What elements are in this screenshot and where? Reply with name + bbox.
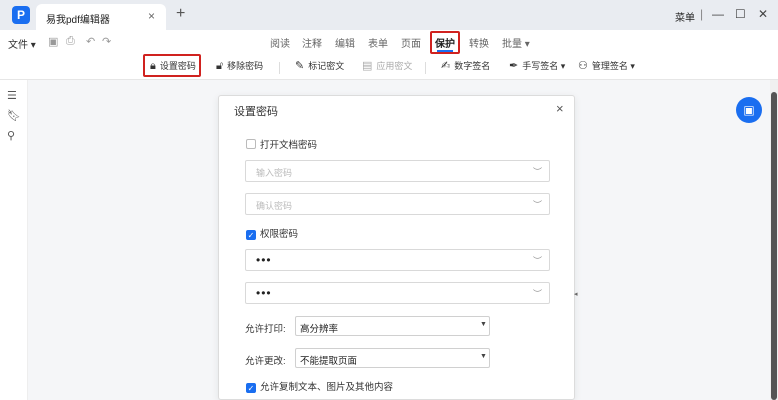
open-password-placeholder: 输入密码 (256, 168, 293, 178)
app-logo-icon: P (12, 6, 30, 24)
permission-confirm-value: ••• (256, 286, 272, 300)
close-window-icon[interactable]: ✕ (758, 7, 768, 21)
permission-password-value: ••• (256, 253, 272, 267)
permission-password-confirm-input[interactable]: ••• ︶ (245, 282, 550, 304)
remove-password-button[interactable]: 🔓︎ 移除密码 (216, 59, 263, 73)
allow-change-label: 允许更改: (245, 356, 286, 367)
manage-signatures-icon: ⚇ (578, 60, 588, 72)
menu-button[interactable]: 菜单 (675, 9, 695, 24)
bookmark-icon[interactable]: 🔖︎ (7, 109, 21, 122)
tab-edit[interactable]: 编辑 (335, 35, 355, 50)
new-tab-icon[interactable]: + (176, 5, 185, 23)
tab-form[interactable]: 表单 (368, 35, 388, 50)
title-divider: | (700, 7, 704, 21)
tab-title: 易我pdf编辑器 (46, 15, 110, 26)
tab-close-icon[interactable]: × (148, 9, 155, 23)
redaction-mark-icon: ✎ (295, 60, 305, 72)
tab-page[interactable]: 页面 (401, 35, 421, 50)
manage-signatures-label: 管理签名 ▾ (591, 61, 635, 71)
allow-print-select[interactable]: 高分辨率 ▼ (295, 316, 490, 336)
confirm-password-placeholder: 确认密码 (256, 201, 293, 211)
tab-annotate[interactable]: 注释 (302, 35, 322, 50)
unlock-icon: 🔓︎ (216, 60, 224, 72)
permission-password-checkbox[interactable]: ✓ (246, 230, 256, 240)
permission-password-option[interactable]: ✓ 权限密码 (246, 226, 298, 240)
dropdown-arrow-icon: ▼ (480, 321, 487, 328)
allow-copy-checkbox[interactable]: ✓ (246, 383, 256, 393)
permission-password-label: 权限密码 (260, 229, 299, 240)
tab-read[interactable]: 阅读 (270, 35, 290, 50)
search-icon[interactable]: ⚲ (7, 129, 15, 142)
title-bar: P 易我pdf编辑器 × + 菜单 | — ☐ ✕ (0, 0, 778, 30)
apply-redaction-button[interactable]: ▤ 应用密文 (362, 59, 412, 72)
set-password-dialog: 设置密码 × 打开文档密码 输入密码 ︶ 确认密码 ︶ ✓ 权限密码 ••• ︶ … (218, 95, 575, 400)
apply-redaction-label: 应用密文 (376, 61, 413, 71)
scrollbar-thumb[interactable] (771, 92, 777, 400)
protect-toolbar: 🔒︎ 设置密码 🔓︎ 移除密码 ✎ 标记密文 ▤ 应用密文 ✍︎ 数字签名 ✒︎ 手写签名 … (0, 54, 778, 80)
allow-print-label: 允许打印: (245, 324, 286, 335)
file-menu[interactable]: 文件 ▾ (8, 36, 36, 51)
tab-batch[interactable]: 批量 ▾ (502, 35, 530, 50)
dialog-close-icon[interactable]: × (556, 101, 564, 116)
open-password-confirm-input[interactable]: 确认密码 ︶ (245, 193, 550, 215)
redo-icon[interactable]: ↷ (102, 35, 111, 48)
open-password-input[interactable]: 输入密码 ︶ (245, 160, 550, 182)
mark-redaction-label: 标记密文 (308, 61, 345, 71)
pen-icon: ✍︎ (441, 60, 451, 72)
maximize-icon[interactable]: ☐ (735, 7, 746, 21)
open-doc-password-checkbox[interactable] (246, 139, 256, 149)
handwritten-signature-button[interactable]: ✒︎ 手写签名 ▾ (509, 59, 565, 72)
handwritten-signature-label: 手写签名 ▾ (522, 61, 566, 71)
apply-redaction-icon: ▤ (362, 60, 373, 72)
permission-password-input[interactable]: ••• ︶ (245, 249, 550, 271)
thumbnails-icon[interactable]: ☰ (7, 89, 17, 102)
tab-convert[interactable]: 转换 (469, 35, 489, 50)
eye-hidden-icon[interactable]: ︶ (533, 165, 542, 178)
resize-handle: ◂ (574, 291, 578, 298)
allow-change-value: 不能提取页面 (300, 356, 358, 367)
dialog-title: 设置密码 (234, 106, 278, 118)
dropdown-arrow-icon: ▼ (480, 353, 487, 360)
toolbar-divider (279, 62, 280, 74)
assistant-float-icon[interactable]: ▣ (736, 97, 762, 123)
manage-signatures-button[interactable]: ⚇ 管理签名 ▾ (578, 59, 635, 72)
digital-signature-label: 数字签名 (454, 61, 491, 71)
allow-print-value: 高分辨率 (300, 324, 339, 335)
allow-copy-label: 允许复制文本、图片及其他内容 (260, 382, 394, 393)
open-doc-password-option[interactable]: 打开文档密码 (246, 137, 317, 151)
eye-hidden-icon[interactable]: ︶ (533, 198, 542, 211)
set-password-highlight (143, 54, 201, 77)
toolbar-divider (425, 62, 426, 74)
menu-bar: 文件 ▾ ▣ ⎙ ↶ ↷ 阅读 注释 编辑 表单 页面 保护 转换 批量 ▾ (0, 30, 778, 54)
save-icon[interactable]: ▣ (48, 35, 58, 48)
minimize-icon[interactable]: — (712, 7, 724, 21)
protect-tab-highlight (430, 31, 460, 54)
allow-change-select[interactable]: 不能提取页面 ▼ (295, 348, 490, 368)
eye-hidden-icon[interactable]: ︶ (533, 287, 542, 300)
left-sidebar: ☰ 🔖︎ ⚲ (0, 80, 28, 400)
document-tab[interactable]: 易我pdf编辑器 × (36, 4, 166, 30)
remove-password-label: 移除密码 (227, 61, 264, 71)
mark-redaction-button[interactable]: ✎ 标记密文 (295, 59, 344, 72)
allow-copy-option[interactable]: ✓ 允许复制文本、图片及其他内容 (246, 379, 393, 393)
undo-icon[interactable]: ↶ (86, 35, 95, 48)
print-icon[interactable]: ⎙ (66, 35, 75, 48)
open-doc-password-label: 打开文档密码 (260, 140, 318, 151)
digital-signature-button[interactable]: ✍︎ 数字签名 (441, 59, 490, 72)
eye-hidden-icon[interactable]: ︶ (533, 254, 542, 267)
quill-icon: ✒︎ (509, 60, 519, 72)
